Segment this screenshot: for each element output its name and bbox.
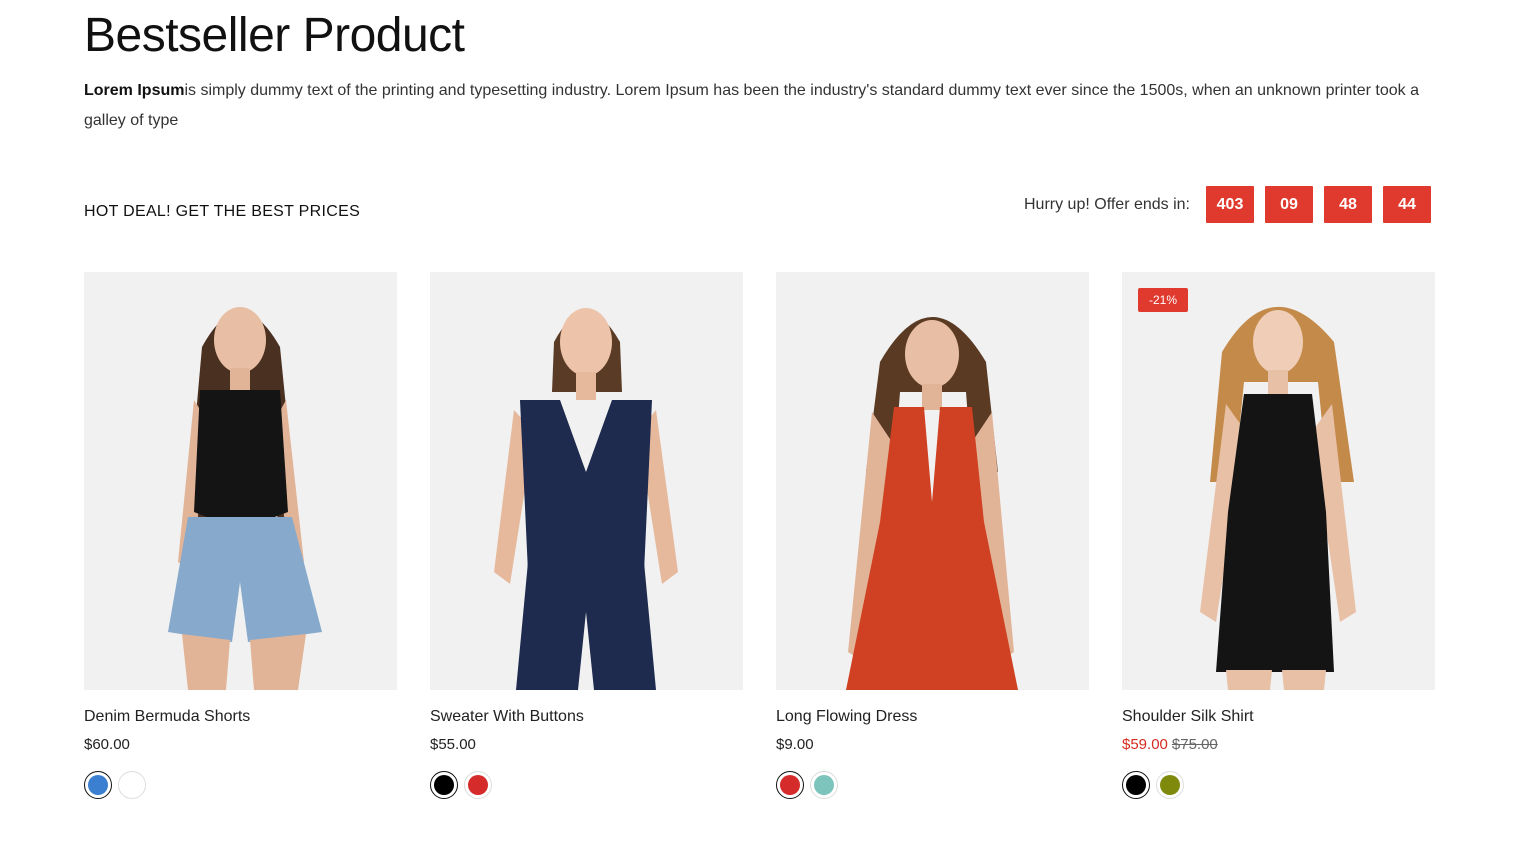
- product-image[interactable]: -21%: [1122, 272, 1435, 690]
- top-garment: [194, 390, 288, 530]
- product-price: $59.00 $75.00: [1122, 736, 1435, 753]
- sale-price: $59.00: [1122, 736, 1168, 753]
- product-image[interactable]: [84, 272, 397, 690]
- swatch-red[interactable]: [464, 771, 492, 799]
- face: [905, 320, 959, 388]
- color-swatches: [84, 771, 397, 799]
- original-price: $75.00: [1171, 736, 1218, 753]
- countdown-hours: 09: [1265, 186, 1313, 223]
- product-card[interactable]: Sweater With Buttons $55.00: [430, 272, 743, 799]
- swatch-black[interactable]: [1122, 771, 1150, 799]
- vest: [520, 400, 652, 572]
- model-photo: [494, 308, 678, 690]
- product-price: $60.00: [84, 736, 397, 753]
- product-name[interactable]: Sweater With Buttons: [430, 708, 743, 726]
- product-card[interactable]: Denim Bermuda Shorts $60.00: [84, 272, 397, 799]
- countdown-timer: Hurry up! Offer ends in: 403 09 48 44: [1024, 186, 1431, 223]
- swatch-blue[interactable]: [84, 771, 112, 799]
- model-photo: [846, 317, 1018, 690]
- product-name[interactable]: Long Flowing Dress: [776, 708, 1089, 726]
- product-card[interactable]: -21% Shoulder Silk Shirt $59.00 $75.00: [1122, 272, 1435, 799]
- model-photo: [1200, 306, 1356, 690]
- product-card[interactable]: Long Flowing Dress $9.00: [776, 272, 1089, 799]
- intro-text: is simply dummy text of the printing and…: [84, 82, 1419, 129]
- product-price: $9.00: [776, 736, 1089, 753]
- swatch-black[interactable]: [430, 771, 458, 799]
- product-image[interactable]: [776, 272, 1089, 690]
- section-intro: Lorem Ipsumis simply dummy text of the p…: [84, 76, 1436, 136]
- countdown-minutes: 48: [1324, 186, 1372, 223]
- product-name[interactable]: Shoulder Silk Shirt: [1122, 708, 1435, 726]
- countdown-label: Hurry up! Offer ends in:: [1024, 195, 1190, 213]
- face: [1253, 310, 1303, 374]
- color-swatches: [430, 771, 743, 799]
- hot-deal-heading: HOT DEAL! GET THE BEST PRICES: [84, 203, 361, 220]
- legs: [182, 634, 306, 690]
- swatch-red[interactable]: [776, 771, 804, 799]
- neck: [922, 384, 942, 410]
- model-photo: [168, 307, 322, 690]
- face: [214, 307, 266, 373]
- countdown-days: 403: [1206, 186, 1254, 223]
- color-swatches: [776, 771, 1089, 799]
- trousers: [516, 562, 656, 690]
- neck: [1268, 370, 1288, 396]
- product-grid: Denim Bermuda Shorts $60.00 Sweater With…: [84, 272, 1435, 799]
- price: $60.00: [84, 736, 130, 753]
- intro-bold: Lorem Ipsum: [84, 82, 185, 99]
- price: $55.00: [430, 736, 476, 753]
- product-name[interactable]: Denim Bermuda Shorts: [84, 708, 397, 726]
- section-title: Bestseller Product: [84, 9, 465, 62]
- price: $9.00: [776, 736, 814, 753]
- swatch-white[interactable]: [118, 771, 146, 799]
- face: [560, 308, 612, 376]
- color-swatches: [1122, 771, 1435, 799]
- legs: [1226, 670, 1326, 690]
- product-price: $55.00: [430, 736, 743, 753]
- discount-badge: -21%: [1138, 288, 1189, 312]
- neck: [576, 372, 596, 400]
- product-image[interactable]: [430, 272, 743, 690]
- countdown-seconds: 44: [1383, 186, 1431, 223]
- swatch-teal[interactable]: [810, 771, 838, 799]
- swatch-olive[interactable]: [1156, 771, 1184, 799]
